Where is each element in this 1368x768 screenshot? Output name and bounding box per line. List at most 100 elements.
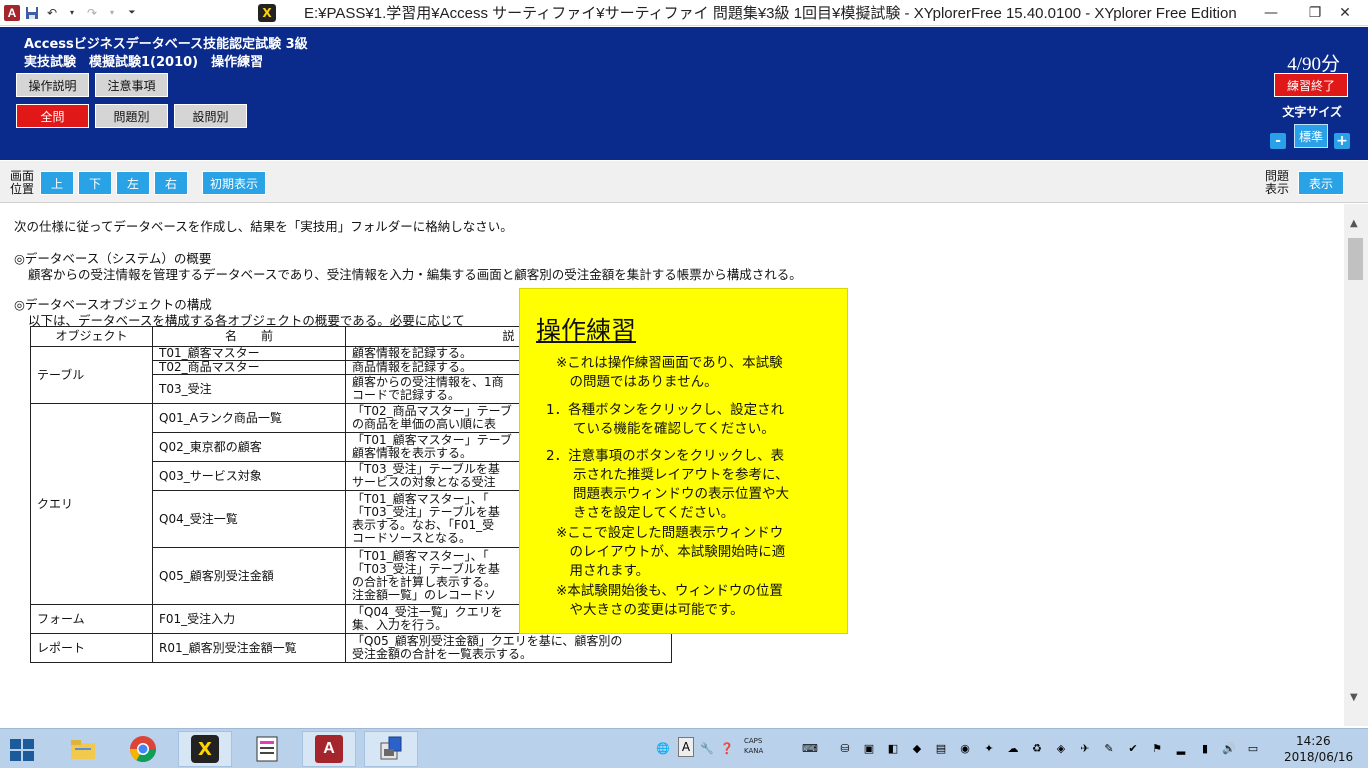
taskbar-file-explorer[interactable] bbox=[56, 731, 110, 767]
flag-icon[interactable]: ⚑ bbox=[1150, 741, 1164, 755]
tray-app-icon-10[interactable]: ✎ bbox=[1102, 741, 1116, 755]
recycle-icon[interactable]: ♻ bbox=[1030, 741, 1044, 755]
overview-text: 顧客からの受注情報を管理するデータベースであり、受注情報を入力・編集する画面と顧… bbox=[28, 267, 802, 282]
ime-mode-icon[interactable]: A bbox=[678, 737, 694, 757]
object-name: T01_顧客マスター bbox=[152, 346, 346, 361]
save-icon[interactable] bbox=[24, 5, 40, 21]
clock-time[interactable]: 14:26 bbox=[1296, 734, 1331, 748]
reset-position-button[interactable]: 初期表示 bbox=[202, 171, 266, 195]
windows-logo-icon bbox=[23, 739, 34, 749]
popup-title: 操作練習 bbox=[536, 316, 637, 345]
volume-icon[interactable]: 🔊 bbox=[1222, 741, 1236, 755]
all-questions-button[interactable]: 全問 bbox=[16, 104, 89, 128]
screen-position-label: 画面 位置 bbox=[10, 170, 34, 196]
object-name: T03_受注 bbox=[152, 374, 346, 404]
popup-line: ※ここで設定した問題表示ウィンドウ bbox=[556, 525, 784, 541]
tray-app-icon-9[interactable]: ✈ bbox=[1078, 741, 1092, 755]
position-up-button[interactable]: 上 bbox=[40, 171, 74, 195]
quick-access-toolbar: A ↶ ▾ ↷ ▾ ⏷ bbox=[0, 4, 250, 21]
notification-icon[interactable]: ▭ bbox=[1246, 741, 1260, 755]
font-larger-button[interactable]: + bbox=[1334, 133, 1350, 149]
intro-text: 次の仕様に従ってデータベースを作成し、結果を「実技用」フォルダーに格納しなさい。 bbox=[14, 219, 513, 234]
keyboard-icon[interactable]: ⌨ bbox=[796, 741, 824, 755]
end-practice-button[interactable]: 練習終了 bbox=[1274, 73, 1348, 97]
by-question-button[interactable]: 設問別 bbox=[174, 104, 247, 128]
practice-notice-popup: 操作練習 ※これは操作練習画面であり、本試験 の問題ではありません。 1．各種ボ… bbox=[519, 288, 848, 634]
redo-icon[interactable]: ↷ bbox=[84, 5, 100, 21]
font-size-standard-button[interactable]: 標準 bbox=[1294, 124, 1328, 148]
instructions-button[interactable]: 操作説明 bbox=[16, 73, 89, 97]
content-scrollbar[interactable]: ▲ ▼ bbox=[1344, 204, 1368, 726]
position-right-button[interactable]: 右 bbox=[154, 171, 188, 195]
caps-kana-indicator: CAPS KANA bbox=[744, 736, 763, 756]
tools-icon[interactable]: 🔧 bbox=[700, 741, 714, 755]
popup-line: ※本試験開始後も、ウィンドウの位置 bbox=[556, 583, 783, 599]
object-name: Q01_Aランク商品一覧 bbox=[152, 403, 346, 433]
popup-line: や大きさの変更は可能です。 bbox=[556, 602, 744, 618]
object-desc: 「Q05_顧客別受注金額」クエリを基に、顧客別の 受注金額の合計を一覧表示する。 bbox=[345, 633, 672, 663]
caps-label: CAPS bbox=[744, 737, 763, 745]
tray-app-icon-5[interactable]: ▤ bbox=[934, 741, 948, 755]
taskbar-access[interactable]: A bbox=[302, 731, 356, 767]
header-name: 名 前 bbox=[152, 326, 346, 347]
window-title: E:¥PASS¥1.学習用¥Access サーティファイ¥サーティファイ 問題集… bbox=[304, 5, 1237, 22]
close-button[interactable]: ✕ bbox=[1322, 0, 1368, 26]
windows-logo-icon bbox=[10, 751, 21, 761]
undo-icon[interactable]: ↶ bbox=[44, 5, 60, 21]
tray-app-icon-4[interactable]: ◆ bbox=[910, 741, 924, 755]
notes-button[interactable]: 注意事項 bbox=[95, 73, 168, 97]
scroll-down-icon[interactable]: ▼ bbox=[1350, 692, 1358, 703]
help-icon[interactable]: ❓ bbox=[720, 741, 734, 755]
exam-header: Accessビジネスデータベース技能認定試験 3級 実技試験 模擬試験1(201… bbox=[0, 27, 1368, 160]
battery-icon[interactable]: ▮ bbox=[1198, 741, 1212, 755]
taskbar-xyplorer[interactable]: X bbox=[178, 731, 232, 767]
popup-line: のレイアウトが、本試験開始時に適 bbox=[556, 544, 786, 560]
taskbar-exam-app[interactable] bbox=[364, 731, 418, 767]
object-name: F01_受注入力 bbox=[152, 604, 346, 634]
network-globe-icon[interactable]: 🌐 bbox=[656, 741, 670, 755]
exam-title: Accessビジネスデータベース技能認定試験 3級 bbox=[24, 37, 308, 52]
redo-dropdown-icon[interactable]: ▾ bbox=[104, 5, 120, 21]
security-check-icon[interactable]: ✔ bbox=[1126, 741, 1140, 755]
title-bar: A ↶ ▾ ↷ ▾ ⏷ X E:¥PASS¥1.学習用¥Access サーティフ… bbox=[0, 0, 1368, 26]
start-button[interactable] bbox=[10, 739, 36, 761]
show-problem-button[interactable]: 表示 bbox=[1298, 171, 1344, 195]
access-logo-icon: A bbox=[4, 4, 20, 21]
elapsed-timer: 4/90分 bbox=[1287, 54, 1340, 75]
xyplorer-taskbar-icon: X bbox=[191, 735, 219, 763]
by-problem-button[interactable]: 問題別 bbox=[95, 104, 168, 128]
object-name: T02_商品マスター bbox=[152, 360, 346, 375]
windows-logo-icon bbox=[23, 751, 34, 761]
table-row: レポート R01_顧客別受注金額一覧 「Q05_顧客別受注金額」クエリを基に、顧… bbox=[30, 633, 672, 663]
wifi-signal-icon[interactable]: ▂ bbox=[1174, 741, 1188, 755]
position-left-button[interactable]: 左 bbox=[116, 171, 150, 195]
undo-dropdown-icon[interactable]: ▾ bbox=[64, 5, 80, 21]
customize-toolbar-icon[interactable]: ⏷ bbox=[124, 5, 140, 21]
taskbar-document-app[interactable] bbox=[240, 731, 294, 767]
font-smaller-button[interactable]: - bbox=[1270, 133, 1286, 149]
position-down-button[interactable]: 下 bbox=[78, 171, 112, 195]
cloud-icon[interactable]: ☁ bbox=[1006, 741, 1020, 755]
tray-app-icon-6[interactable]: ◉ bbox=[958, 741, 972, 755]
tray-app-icon-2[interactable]: ▣ bbox=[862, 741, 876, 755]
popup-line: ている機能を確認してください。 bbox=[546, 421, 775, 437]
scroll-thumb[interactable] bbox=[1348, 238, 1363, 280]
taskbar-chrome[interactable] bbox=[116, 731, 170, 767]
object-name: Q02_東京都の顧客 bbox=[152, 432, 346, 462]
tray-app-icon-1[interactable]: ⛁ bbox=[838, 741, 852, 755]
chrome-icon bbox=[129, 736, 157, 763]
group-table: テーブル bbox=[30, 346, 153, 404]
font-size-label: 文字サイズ bbox=[1282, 105, 1342, 119]
minimize-button[interactable]: — bbox=[1248, 0, 1294, 26]
tray-app-icon-8[interactable]: ◈ bbox=[1054, 741, 1068, 755]
taskbar: X A 🌐 A 🔧 ❓ CAPS KANA ⌨ ⛁ ▣ ◧ ◆ ▤ ◉ ✦ ☁ … bbox=[0, 728, 1368, 768]
tray-app-icon-3[interactable]: ◧ bbox=[886, 741, 900, 755]
clock-date[interactable]: 2018/06/16 bbox=[1284, 750, 1353, 764]
group-report: レポート bbox=[30, 633, 153, 663]
scroll-up-icon[interactable]: ▲ bbox=[1350, 218, 1358, 229]
xyplorer-icon: X bbox=[258, 3, 276, 22]
tray-app-icon-7[interactable]: ✦ bbox=[982, 741, 996, 755]
desc-line: 受注金額の合計を一覧表示する。 bbox=[352, 647, 533, 661]
object-name: Q03_サービス対象 bbox=[152, 461, 346, 491]
exam-subtitle: 実技試験 模擬試験1(2010) 操作練習 bbox=[24, 55, 264, 70]
